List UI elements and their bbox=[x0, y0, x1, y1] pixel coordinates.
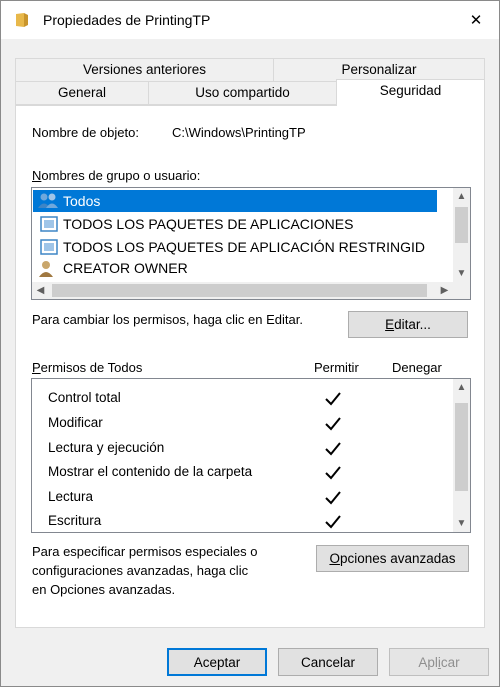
object-name-label: Nombre de objeto: bbox=[32, 125, 139, 140]
permissions-label: Permisos de Todos bbox=[32, 360, 143, 375]
properties-dialog: Propiedades de PrintingTP ✕ Versiones an… bbox=[0, 0, 500, 687]
checkmark-icon bbox=[325, 417, 341, 431]
permission-row: Mostrar el contenido de la carpeta bbox=[48, 464, 253, 479]
users-icon bbox=[38, 193, 58, 208]
groups-listbox[interactable]: Todos TODOS LOS PAQUETES DE APLICACIONES… bbox=[31, 187, 471, 300]
title-bar[interactable]: Propiedades de PrintingTP ✕ bbox=[1, 1, 499, 39]
advanced-hint-line: Para especificar permisos especiales o bbox=[32, 544, 258, 559]
permission-row: Escritura bbox=[48, 513, 102, 528]
allow-header: Permitir bbox=[314, 360, 359, 375]
close-button[interactable]: ✕ bbox=[453, 1, 499, 39]
scroll-up-icon[interactable]: ▲ bbox=[453, 379, 470, 396]
scroll-up-icon[interactable]: ▲ bbox=[453, 188, 470, 205]
scroll-left-icon[interactable]: ◀ bbox=[32, 282, 49, 299]
permission-row: Lectura y ejecución bbox=[48, 440, 165, 455]
scroll-right-icon[interactable]: ▶ bbox=[436, 282, 453, 299]
security-panel: Nombre de objeto: C:\Windows\PrintingTP … bbox=[15, 105, 485, 628]
edit-hint: Para cambiar los permisos, haga clic en … bbox=[32, 312, 303, 327]
scroll-thumb[interactable] bbox=[52, 284, 427, 297]
groups-horizontal-scrollbar[interactable]: ◀ ▶ bbox=[32, 282, 470, 299]
tab-uso-compartido[interactable]: Uso compartido bbox=[148, 81, 337, 105]
permission-row: Control total bbox=[48, 390, 121, 405]
list-item[interactable]: TODOS LOS PAQUETES DE APLICACIONES bbox=[33, 213, 353, 235]
user-icon bbox=[39, 261, 53, 277]
list-item[interactable]: CREATOR OWNER bbox=[33, 259, 188, 277]
folder-icon bbox=[16, 13, 28, 27]
permissions-vertical-scrollbar[interactable]: ▲ ▼ bbox=[453, 379, 470, 532]
scroll-down-icon[interactable]: ▼ bbox=[453, 515, 470, 532]
edit-button[interactable]: Editar... bbox=[348, 311, 468, 338]
list-item[interactable]: TODOS LOS PAQUETES DE APLICACIÓN RESTRIN… bbox=[33, 236, 425, 258]
checkmark-icon bbox=[325, 466, 341, 480]
scroll-thumb[interactable] bbox=[455, 207, 468, 243]
app-package-icon bbox=[40, 216, 58, 232]
app-package-icon bbox=[40, 239, 58, 255]
deny-header: Denegar bbox=[392, 360, 442, 375]
tab-seguridad[interactable]: Seguridad bbox=[336, 79, 485, 106]
checkmark-icon bbox=[325, 491, 341, 505]
advanced-hint-line: en Opciones avanzadas. bbox=[32, 582, 176, 597]
list-item[interactable]: Todos bbox=[33, 190, 437, 212]
permission-row: Modificar bbox=[48, 415, 103, 430]
cancel-button[interactable]: Cancelar bbox=[278, 648, 378, 676]
scroll-down-icon[interactable]: ▼ bbox=[453, 265, 470, 282]
close-icon: ✕ bbox=[469, 12, 483, 29]
advanced-hint-line: configuraciones avanzadas, haga clic bbox=[32, 563, 249, 578]
advanced-options-button[interactable]: Opciones avanzadas bbox=[316, 545, 469, 572]
checkmark-icon bbox=[325, 392, 341, 406]
window-title: Propiedades de PrintingTP bbox=[43, 12, 211, 28]
permission-row: Lectura bbox=[48, 489, 94, 504]
tab-general[interactable]: General bbox=[15, 81, 149, 105]
object-name-value: C:\Windows\PrintingTP bbox=[172, 125, 306, 140]
groups-label: Nombres de grupo o usuario: bbox=[32, 168, 201, 183]
scroll-thumb[interactable] bbox=[455, 403, 468, 491]
checkmark-icon bbox=[325, 515, 341, 529]
apply-button[interactable]: Aplicar bbox=[389, 648, 489, 676]
checkmark-icon bbox=[325, 442, 341, 456]
ok-button[interactable]: Aceptar bbox=[167, 648, 267, 676]
tab-versiones-anteriores[interactable]: Versiones anteriores bbox=[15, 58, 274, 82]
groups-vertical-scrollbar[interactable]: ▲ ▼ bbox=[453, 188, 470, 282]
